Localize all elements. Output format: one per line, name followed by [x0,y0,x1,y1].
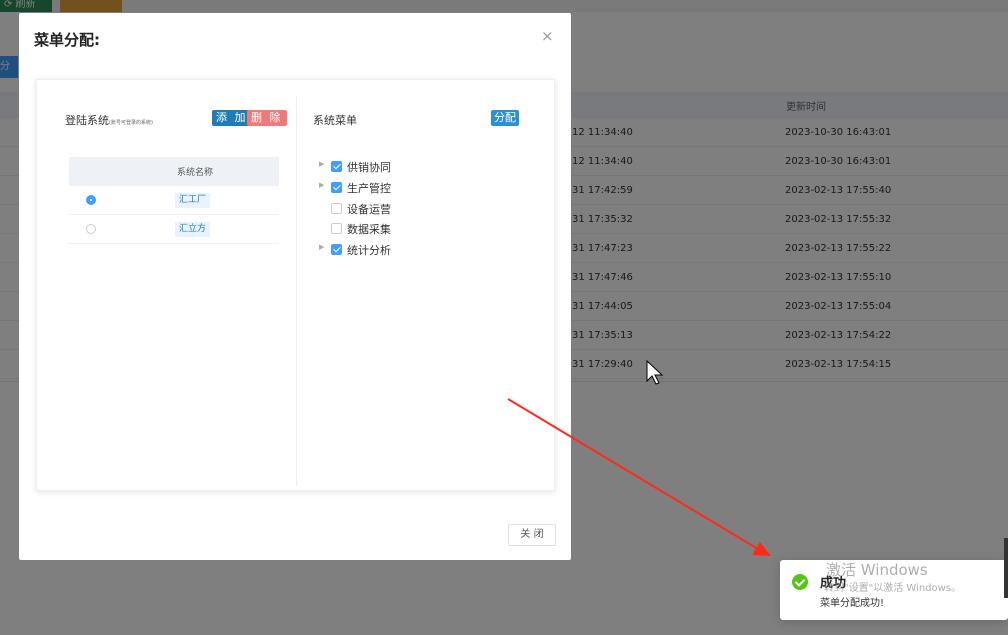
expand-arrow-icon[interactable]: ▶ [319,181,324,189]
system-menu-title: 系统菜单 [313,114,357,127]
close-button[interactable]: 关 闭 [508,524,556,546]
menu-label: 设备运营 [347,203,391,216]
login-system-panel: 登陆系统(账号可登录的系统) 添 加 删 除 系统名称 汇工厂 汇立方 [49,96,297,486]
expand-arrow-icon[interactable]: ▶ [319,160,324,168]
menu-assign-dialog: 菜单分配: × 登陆系统(账号可登录的系统) 添 加 删 除 系统名称 汇工厂 … [19,13,571,560]
assign-card: 登陆系统(账号可登录的系统) 添 加 删 除 系统名称 汇工厂 汇立方 系统菜单… [36,79,555,491]
system-row[interactable]: 汇工厂 [69,186,279,215]
windows-activation-hint: 转到"设置"以激活 Windows。 [824,583,962,594]
mouse-cursor-icon [646,360,664,385]
system-row[interactable]: 汇立方 [69,215,279,244]
menu-checkbox[interactable] [331,182,342,193]
menu-label: 统计分析 [347,244,391,257]
menu-checkbox[interactable] [331,203,342,214]
success-check-icon [792,574,808,590]
close-icon[interactable]: × [541,27,554,45]
delete-button[interactable]: 删 除 [247,110,287,126]
dialog-title: 菜单分配: [34,31,100,49]
menu-checkbox[interactable] [331,161,342,172]
menu-label: 供销协同 [347,161,391,174]
menu-label: 生产管控 [347,182,391,195]
system-menu-panel: 系统菜单 分配 ▶ 供销协同 ▶ 生产管控 设备运营 数据采集 ▶ 统计分析 [297,96,541,486]
system-name-tag: 汇立方 [175,222,211,237]
add-button[interactable]: 添 加 [212,110,252,126]
system-radio[interactable] [86,224,96,234]
expand-arrow-icon[interactable]: ▶ [319,243,324,251]
windows-activation-watermark: 激活 Windows [826,561,928,579]
system-name-tag: 汇工厂 [175,193,211,208]
assign-button[interactable]: 分配 [491,110,519,126]
menu-checkbox[interactable] [331,223,342,234]
login-system-subtitle: (账号可登录的系统) [109,120,153,126]
system-table-header: 系统名称 [69,157,279,186]
menu-checkbox[interactable] [331,244,342,255]
screen-edge [1004,538,1008,598]
toast-message: 菜单分配成功! [820,598,885,609]
menu-label: 数据采集 [347,223,391,236]
login-system-title-text: 登陆系统 [65,114,109,127]
login-system-title: 登陆系统(账号可登录的系统) [65,112,153,128]
column-header-system-name: 系统名称 [177,168,214,178]
system-radio-selected[interactable] [86,195,96,205]
